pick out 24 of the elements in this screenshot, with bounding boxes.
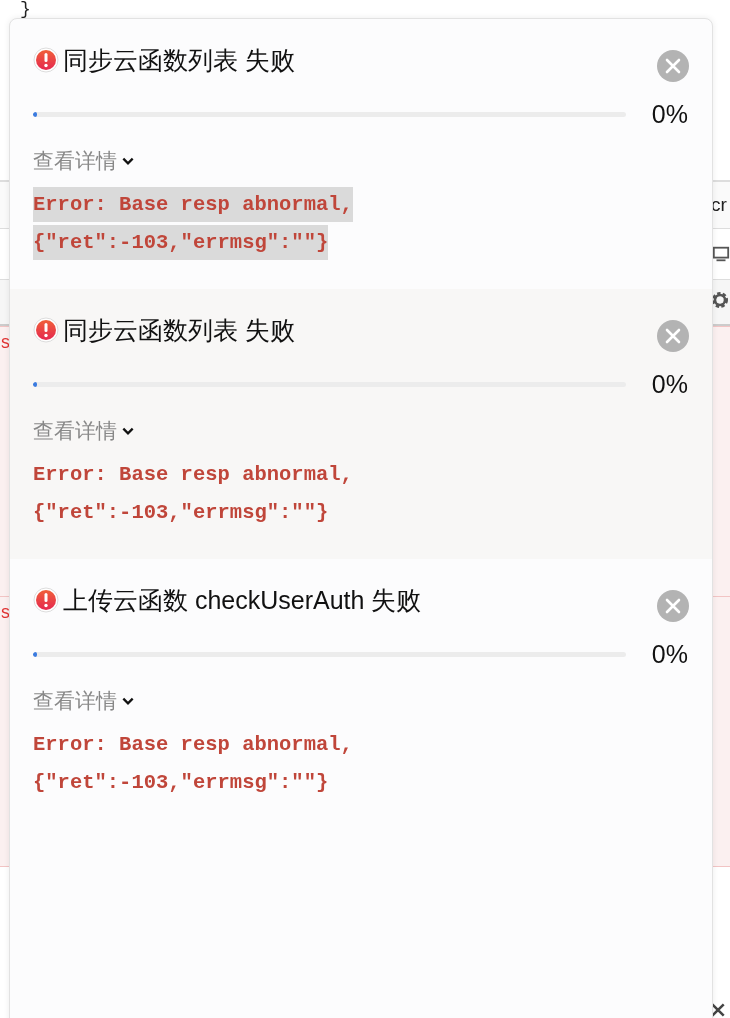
code-text: s: [0, 333, 11, 353]
progress-percent: 0%: [650, 369, 688, 399]
details-toggle[interactable]: 查看详情: [33, 687, 135, 715]
error-icon: [33, 47, 59, 73]
gear-icon[interactable]: [710, 290, 730, 310]
error-message: Error: Base resp abnormal,: [33, 732, 353, 756]
error-message: {"ret":-103,"errmsg":""}: [33, 500, 329, 524]
code-text: s: [0, 603, 11, 623]
details-toggle[interactable]: 查看详情: [33, 417, 135, 445]
progress-percent: 0%: [650, 639, 688, 669]
progress-percent: 0%: [650, 99, 688, 129]
notification-title: 上传云函数 checkUserAuth 失败: [63, 584, 422, 616]
notification-title: 同步云函数列表 失败: [63, 314, 295, 346]
error-message: Error: Base resp abnormal,: [33, 186, 353, 222]
notification-title: 同步云函数列表 失败: [63, 44, 295, 76]
error-message: Error: Base resp abnormal,: [33, 462, 353, 486]
close-icon[interactable]: [710, 1002, 726, 1018]
error-icon: [33, 317, 59, 343]
error-message: {"ret":-103,"errmsg":""}: [33, 770, 329, 794]
details-toggle[interactable]: 查看详情: [33, 147, 135, 175]
monitor-icon[interactable]: [712, 245, 730, 263]
error-icon: [33, 587, 59, 613]
error-message: {"ret":-103,"errmsg":""}: [33, 224, 329, 260]
code-text: }: [20, 0, 31, 18]
